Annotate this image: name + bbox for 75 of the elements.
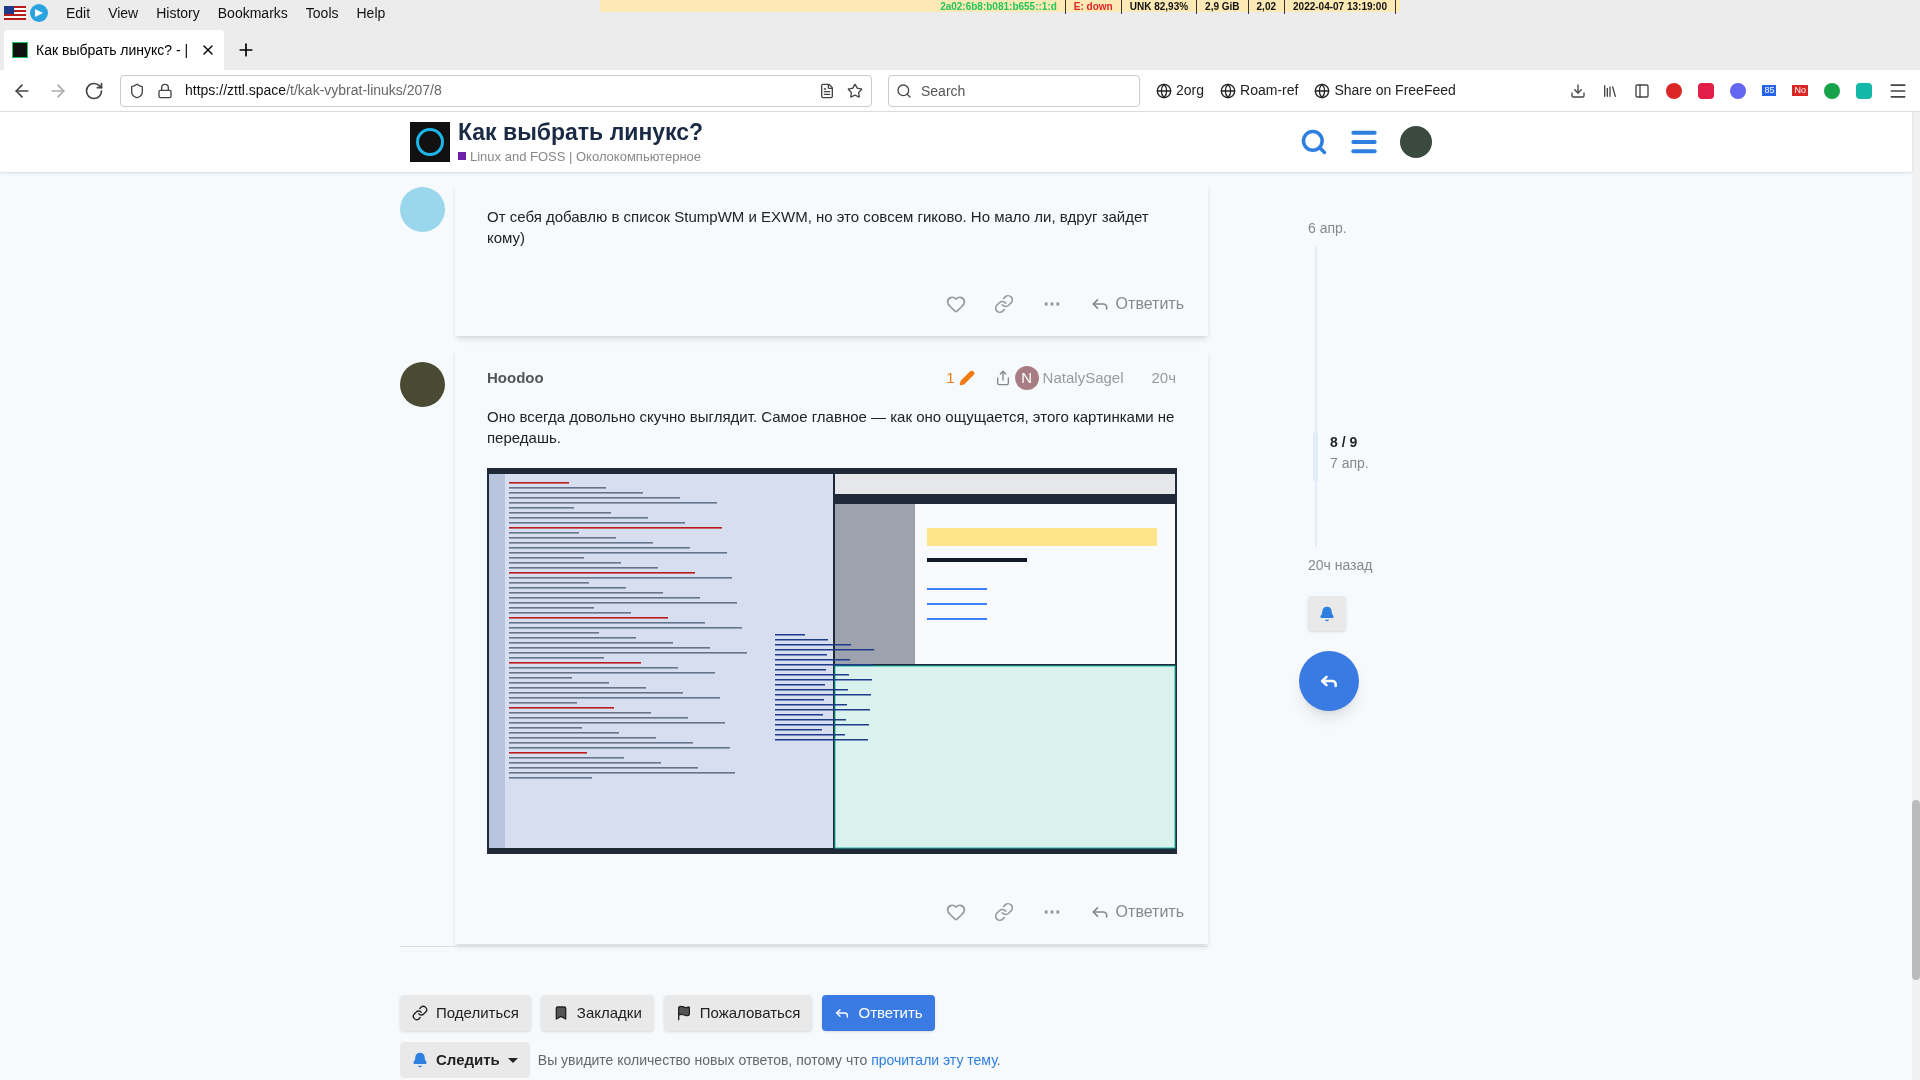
shield-icon[interactable] [129,82,145,99]
reply-button[interactable]: Ответить [822,995,935,1031]
globe-icon [1220,82,1237,99]
bookmark-button[interactable]: Закладки [540,995,654,1031]
reply-fab[interactable] [1299,651,1359,711]
download-icon[interactable] [1570,82,1587,99]
search-icon[interactable] [1300,128,1328,156]
extension-icon[interactable] [1666,82,1683,99]
flag-icon [675,1005,692,1021]
menu-item[interactable]: Edit [66,2,91,24]
status-item: 2,9 GiB [1205,0,1249,14]
timeline-position: 8 / 9 [1330,433,1359,452]
extension-badge[interactable]: 85 [1762,84,1777,97]
menu-item[interactable]: Bookmarks [217,2,288,24]
post-author[interactable]: Hoodoo [487,366,544,390]
globe-icon [1156,82,1172,99]
status-item: E: down [1073,0,1122,14]
scrollbar[interactable] [1912,112,1920,1080]
menu-item[interactable]: Tools [305,2,339,24]
user-avatar[interactable] [1400,126,1432,158]
browser-tab[interactable]: Как выбрать линукс? - | [4,30,224,70]
extension-badge[interactable]: No [1792,84,1808,97]
menu-item[interactable]: Help [356,2,386,24]
bookmark-link[interactable]: Share on FreeFeed [1314,80,1456,101]
site-favicon [12,42,28,58]
site-logo[interactable] [410,122,450,162]
status-item: 2,02 [1256,0,1286,14]
bell-icon [412,1052,428,1068]
address-bar[interactable]: https://zttl.space/t/kak-vybrat-linuks/207/8 [120,74,872,107]
reply-to-avatar[interactable]: N [1014,366,1039,390]
messenger-icon[interactable] [30,4,48,22]
bookmark-star-icon[interactable] [847,82,863,99]
read-topic-link[interactable]: прочитали эту тему [871,1051,997,1068]
notification-text: Вы увидите количество новых ответов, потому что прочитали эту тему. [537,1050,1001,1070]
share-button[interactable]: Поделиться [400,995,531,1031]
extension-icon[interactable] [1856,82,1872,99]
status-item: 2022-04-07 13:19:00 [1293,0,1396,14]
topic-title[interactable]: Как выбрать линукс? [458,117,1292,147]
lock-icon[interactable] [157,82,173,99]
menu-item[interactable]: History [156,2,200,24]
user-avatar[interactable] [400,362,445,407]
extension-icon[interactable] [1698,82,1715,99]
timeline-position-date: 7 апр. [1330,454,1370,473]
timeline-start-date[interactable]: 6 апр. [1308,218,1428,239]
like-icon[interactable] [945,902,966,922]
flag-icon [4,6,26,20]
status-item: UNK 82,93% [1129,0,1198,14]
search-field[interactable]: Search [888,74,1140,107]
like-icon[interactable] [945,294,966,314]
post-text: От себя добавлю в список StumpWM и EXWM, но это совсем гиково. Но мало ли, вдруг зайдет кому) [486,207,1150,248]
bookmark-link[interactable]: 2org [1156,80,1205,101]
flag-button[interactable]: Пожаловаться [663,995,813,1031]
tab-title: Как выбрать линукс? - | [36,40,190,60]
status-item: 2a02:6b8:b081:b655::1:d [940,0,1066,14]
search-icon [896,82,912,99]
link-icon [412,1005,428,1021]
sidebar-icon[interactable] [1634,82,1651,99]
notification-bell-button[interactable] [1308,596,1346,631]
post-text: Оно всегда довольно скучно выглядит. Самое главное — как оно ощущается, этого картинками не передашь. [486,407,1176,448]
category-square [458,152,466,161]
menu-item[interactable]: View [108,2,139,24]
notification-button[interactable]: Следить [400,1042,530,1078]
timeline-end-date[interactable]: 20ч назад [1308,555,1428,576]
category-link[interactable]: Linux and FOSS | Околокомпьютерное [470,146,702,167]
link-icon[interactable] [993,294,1014,314]
link-icon[interactable] [993,902,1014,922]
globe-icon [1314,82,1331,99]
reader-view-icon[interactable] [819,82,835,99]
bookmark-link[interactable]: Roam-ref [1220,80,1299,101]
extension-icon[interactable] [1824,82,1840,99]
extension-icon[interactable] [1730,82,1747,99]
bell-icon [1319,605,1335,622]
url-text: https://zttl.space/t/kak-vybrat-linuks/207/8 [185,81,443,100]
reload-icon[interactable] [84,80,104,101]
library-icon[interactable] [1602,82,1619,99]
